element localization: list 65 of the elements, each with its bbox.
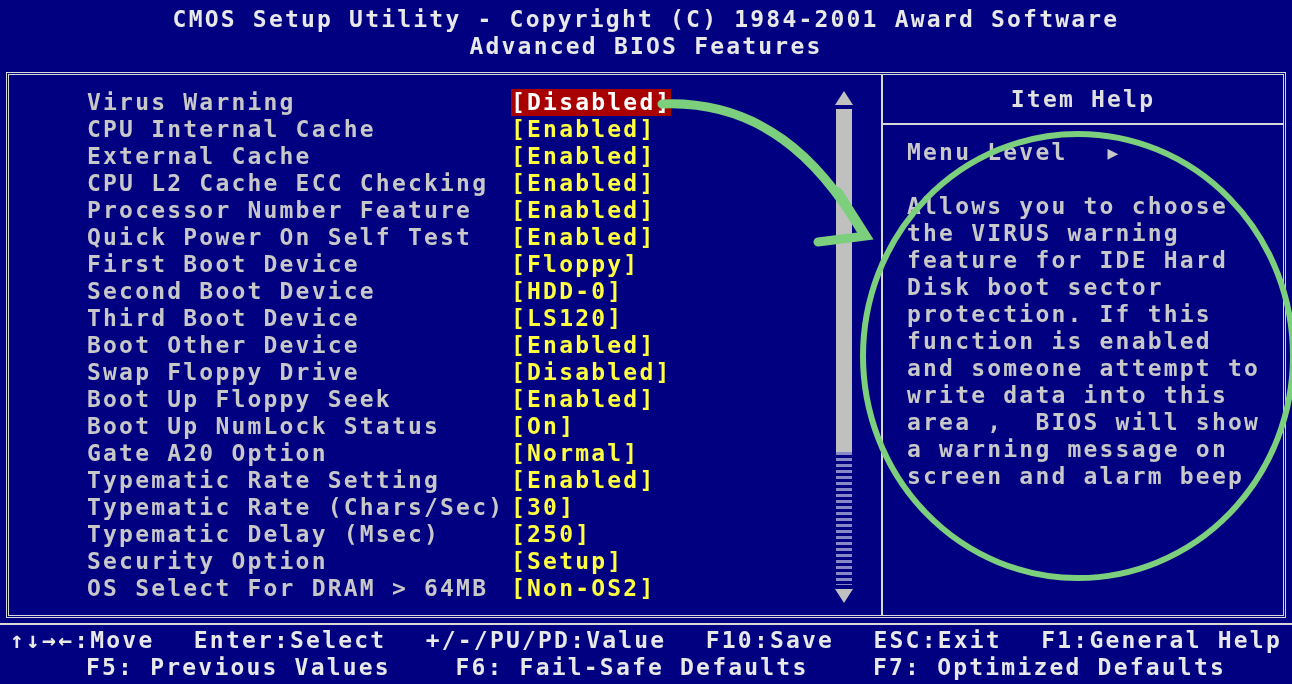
setting-label: Swap Floppy Drive	[87, 359, 361, 386]
setting-value[interactable]: [LS120]	[511, 305, 624, 332]
key-hint: F5: Previous Values	[86, 654, 391, 681]
setting-value[interactable]: [Floppy]	[511, 251, 640, 278]
setting-value[interactable]: [On]	[511, 413, 576, 440]
setting-label: Virus Warning	[87, 89, 297, 116]
key-hint: Enter:Select	[193, 627, 387, 654]
key-hint: +/-/PU/PD:Value	[425, 627, 667, 654]
setting-value[interactable]: [Non-OS2]	[511, 575, 656, 602]
help-text-line: write data into this	[907, 382, 1229, 409]
menu-level-marker: ▶	[1107, 141, 1121, 165]
help-text-line: function is enabled	[907, 328, 1213, 355]
setting-value[interactable]: [30]	[511, 494, 576, 521]
key-hint: ESC:Exit	[873, 627, 1002, 654]
key-hint: F6: Fail-Safe Defaults	[455, 654, 809, 681]
scroll-down-icon[interactable]	[835, 589, 853, 603]
setting-value[interactable]: [250]	[511, 521, 592, 548]
setting-label: Typematic Rate (Chars/Sec)	[87, 494, 506, 521]
setting-value[interactable]: [Setup]	[511, 548, 624, 575]
setting-label: Second Boot Device	[87, 278, 377, 305]
setting-label: CPU L2 Cache ECC Checking	[87, 170, 490, 197]
setting-label: Gate A20 Option	[87, 440, 329, 467]
help-title: Item Help	[1010, 85, 1156, 113]
setting-label: Typematic Rate Setting	[87, 467, 442, 494]
setting-value[interactable]: [HDD-0]	[511, 278, 624, 305]
scrollbar[interactable]	[834, 89, 854, 603]
setting-value[interactable]: [Normal]	[511, 440, 640, 467]
setting-label: Boot Up NumLock Status	[87, 413, 442, 440]
screen-subtitle: Advanced BIOS Features	[469, 33, 823, 60]
setting-value[interactable]: [Disabled]	[511, 359, 672, 386]
setting-label: Security Option	[87, 548, 329, 575]
setting-value[interactable]: [Enabled]	[511, 143, 656, 170]
setting-label: Boot Up Floppy Seek	[87, 386, 393, 413]
setting-label: OS Select For DRAM > 64MB	[87, 575, 490, 602]
help-text-line: and someone attempt to	[907, 355, 1262, 382]
scrollbar-thumb[interactable]	[836, 109, 852, 452]
help-text-line: screen and alarm beep	[907, 463, 1245, 490]
setting-value[interactable]: [Enabled]	[511, 332, 656, 359]
setting-label: Boot Other Device	[87, 332, 361, 359]
help-text-line: Disk boot sector	[907, 274, 1165, 301]
key-hint: F10:Save	[705, 627, 835, 654]
setting-value[interactable]: [Enabled]	[511, 116, 656, 143]
scroll-up-icon[interactable]	[835, 91, 853, 105]
screen-title: CMOS Setup Utility - Copyright (C) 1984-2001 Award Software	[172, 6, 1120, 33]
help-text-line: area , BIOS will show	[907, 409, 1262, 436]
help-text-line: protection. If this	[907, 301, 1213, 328]
help-text-line: the VIRUS warning	[907, 220, 1181, 247]
setting-label: External Cache	[87, 143, 313, 170]
setting-label: Typematic Delay (Msec)	[87, 521, 442, 548]
key-hint: ↑↓→←:Move	[10, 627, 155, 654]
setting-value[interactable]: [Enabled]	[511, 170, 656, 197]
help-text-line: a warning message on	[907, 436, 1229, 463]
help-text-line: feature for IDE Hard	[907, 247, 1229, 274]
key-hint: F1:General Help	[1041, 627, 1282, 654]
setting-label: CPU Internal Cache	[87, 116, 377, 143]
setting-label: Processor Number Feature	[87, 197, 474, 224]
setting-value[interactable]: [Enabled]	[511, 224, 656, 251]
setting-value[interactable]: [Enabled]	[511, 386, 656, 413]
setting-label: Quick Power On Self Test	[87, 224, 474, 251]
setting-value[interactable]: [Disabled]	[511, 89, 672, 116]
setting-label: First Boot Device	[87, 251, 361, 278]
key-hint: F7: Optimized Defaults	[872, 654, 1226, 681]
setting-value[interactable]: [Enabled]	[511, 197, 656, 224]
setting-label: Third Boot Device	[87, 305, 361, 332]
setting-value[interactable]: [Enabled]	[511, 467, 656, 494]
